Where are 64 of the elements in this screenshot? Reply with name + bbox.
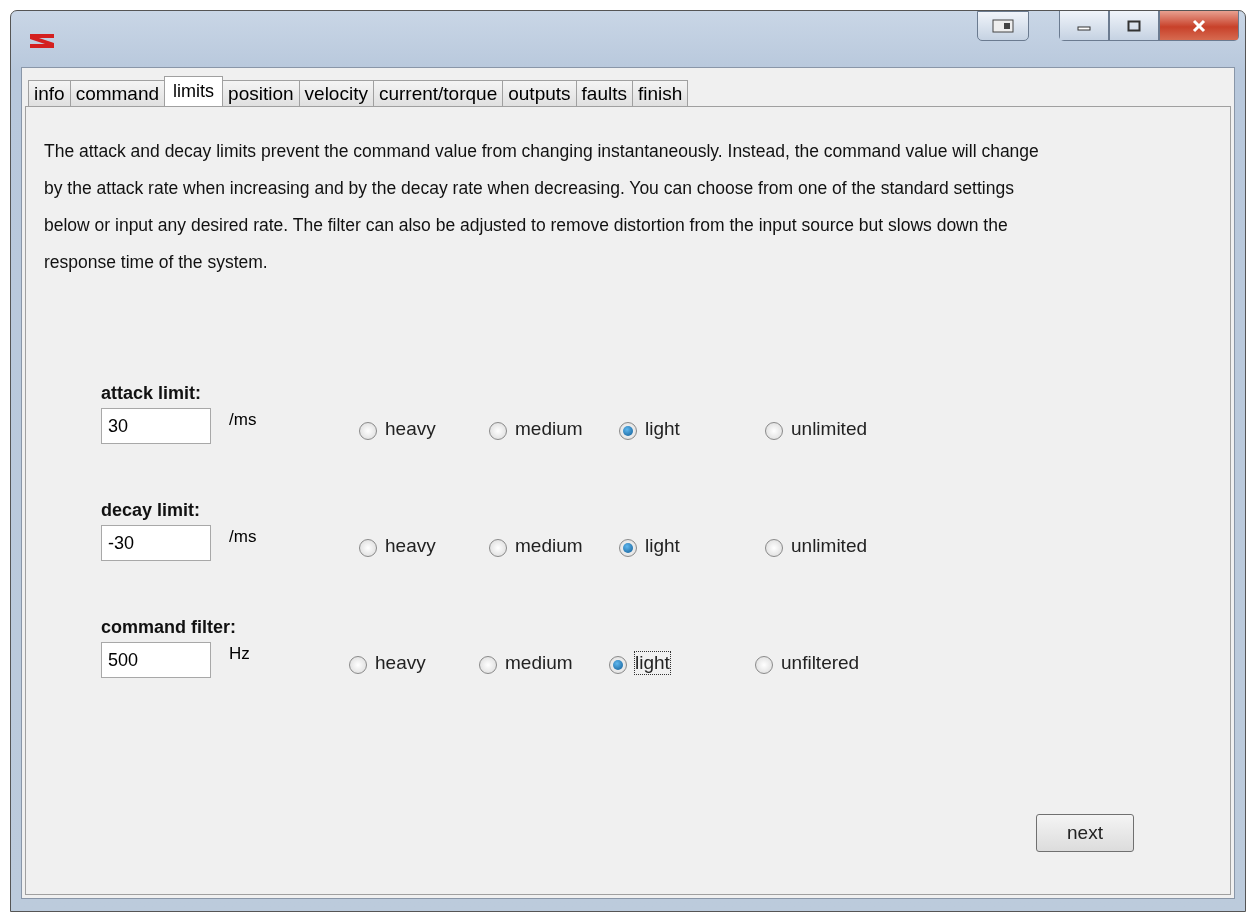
tab[interactable]: limits: [164, 76, 224, 106]
radio-label: light: [644, 417, 681, 441]
radio-button[interactable]: [755, 656, 773, 674]
radio-label: medium: [504, 651, 574, 675]
radio-label: unlimited: [790, 417, 869, 441]
tab[interactable]: position: [222, 80, 300, 106]
radio-label: medium: [514, 417, 584, 441]
radio-button[interactable]: [765, 422, 783, 440]
radio-label: medium: [514, 534, 584, 558]
radio-option[interactable]: heavy: [349, 651, 479, 675]
close-button[interactable]: [1159, 11, 1239, 41]
radio-button[interactable]: [619, 539, 637, 557]
radio-button[interactable]: [359, 539, 377, 557]
tab[interactable]: outputs: [502, 80, 577, 106]
next-button[interactable]: next: [1036, 814, 1134, 852]
radio-button[interactable]: [349, 656, 367, 674]
value-field[interactable]: 500: [101, 642, 211, 678]
radio-option[interactable]: heavy: [359, 417, 489, 441]
window-switch-icon: [992, 19, 1014, 33]
radio-label: light: [644, 534, 681, 558]
radio-button[interactable]: [489, 539, 507, 557]
radio-label: light: [634, 651, 671, 675]
tab[interactable]: faults: [575, 80, 633, 106]
setting-label: attack limit:: [101, 383, 202, 404]
radio-label: unfiltered: [780, 651, 861, 675]
value-field[interactable]: -30: [101, 525, 211, 561]
radio-label: heavy: [384, 534, 437, 558]
radio-option[interactable]: unlimited: [765, 417, 895, 441]
radio-option[interactable]: light: [619, 417, 765, 441]
radio-option[interactable]: medium: [489, 534, 619, 558]
tab[interactable]: info: [28, 80, 71, 106]
setting-label: decay limit:: [101, 500, 201, 521]
tab[interactable]: command: [69, 80, 166, 106]
radio-button[interactable]: [609, 656, 627, 674]
minimize-button[interactable]: [1059, 11, 1109, 41]
close-icon: [1191, 18, 1207, 33]
radio-option[interactable]: unfiltered: [755, 651, 885, 675]
radio-label: unlimited: [790, 534, 869, 558]
tab[interactable]: finish: [631, 80, 689, 106]
radio-label: heavy: [384, 417, 437, 441]
radio-button[interactable]: [479, 656, 497, 674]
radio-option[interactable]: heavy: [359, 534, 489, 558]
app-logo-icon: [29, 31, 55, 51]
unit-label: Hz: [229, 644, 251, 664]
radio-option[interactable]: light: [609, 651, 755, 675]
unit-label: /ms: [229, 410, 258, 430]
snap-button[interactable]: [977, 11, 1029, 41]
radio-option[interactable]: unlimited: [765, 534, 895, 558]
radio-option[interactable]: medium: [489, 417, 619, 441]
value-field[interactable]: 30: [101, 408, 211, 444]
radio-button[interactable]: [359, 422, 377, 440]
radio-button[interactable]: [619, 422, 637, 440]
radio-option[interactable]: medium: [479, 651, 609, 675]
radio-button[interactable]: [765, 539, 783, 557]
setting-label: command filter:: [101, 617, 237, 638]
radio-label: heavy: [374, 651, 427, 675]
tab[interactable]: current/torque: [372, 80, 504, 106]
radio-option[interactable]: light: [619, 534, 765, 558]
radio-button[interactable]: [489, 422, 507, 440]
tab[interactable]: velocity: [298, 80, 374, 106]
maximize-button[interactable]: [1109, 11, 1159, 41]
description-text: The attack and decay limits prevent the command value from changing instantaneously. Instead, the command value will change by the attack rate when increasing and by the decay rate when decreasing. You can choose from one of the standard settings below or input any desired rate. The filter can also be adjusted to remove distortion from the input source but slows down the response time of the system.: [44, 140, 1040, 274]
maximize-icon: [1127, 19, 1141, 32]
unit-label: /ms: [229, 527, 258, 547]
